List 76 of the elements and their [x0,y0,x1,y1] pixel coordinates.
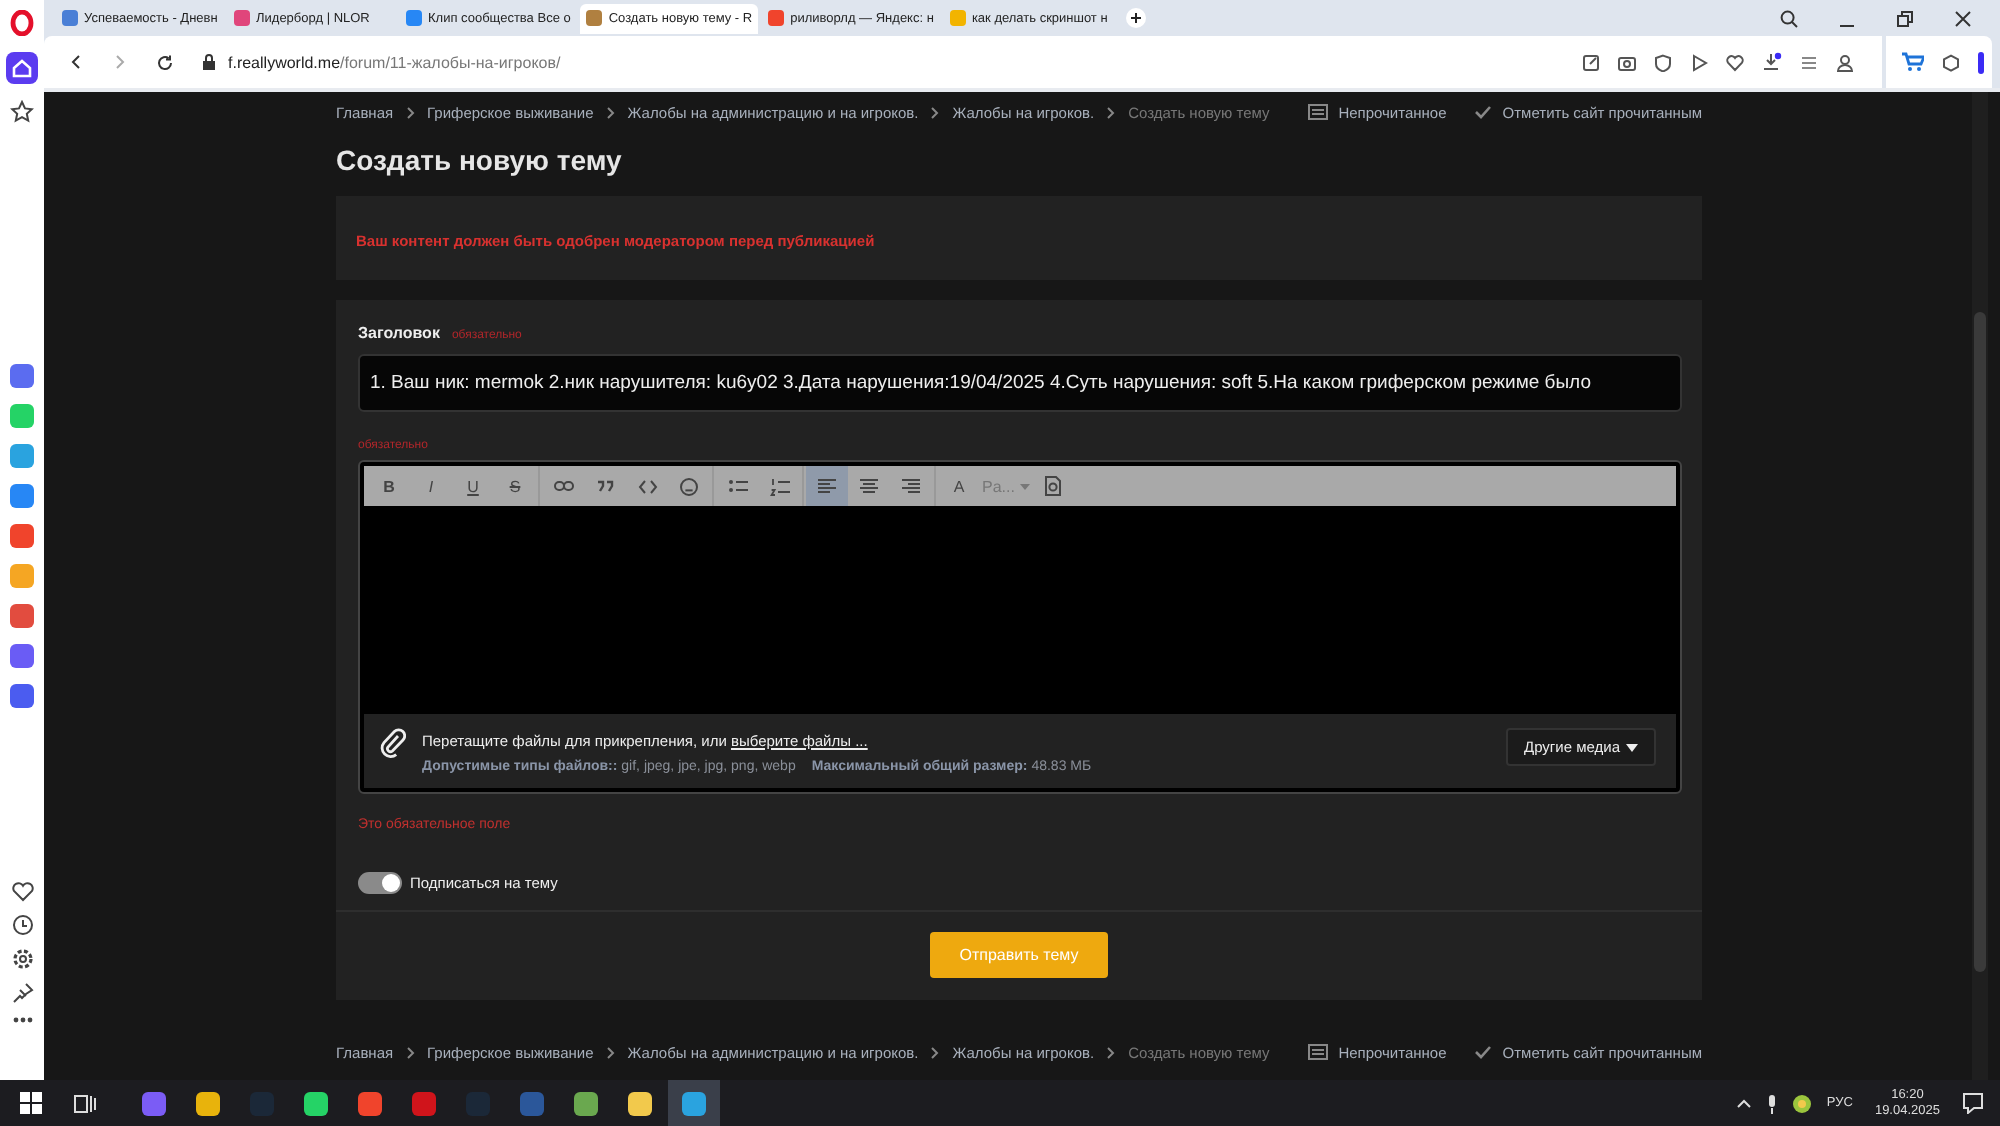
chevron-icon [405,1045,416,1059]
chevron-up-icon[interactable] [1736,1098,1753,1108]
app-icon[interactable] [10,444,34,468]
heart-icon[interactable] [11,882,33,902]
app-icon[interactable] [10,524,34,548]
chevron-icon [605,1045,616,1059]
align-left-icon [818,478,836,494]
settings-icon[interactable] [11,948,33,970]
search-icon[interactable] [1780,9,1798,27]
field-label: Заголовок [358,324,440,342]
newspaper-icon [1308,104,1329,120]
bold-button[interactable]: B [368,466,410,506]
chevron-icon [930,1045,941,1059]
app-icon[interactable] [10,684,34,708]
app-icon[interactable] [10,644,34,668]
title-field[interactable]: 1. Ваш ник: mermok 2.ник нарушителя: ku6y02 3.Дата нарушения:19/04/2025 4.Суть нарушения: soft 5.На каком гриферском режиме было [358,354,1682,412]
cart-icon[interactable] [1902,52,1924,72]
lock-icon [202,54,216,70]
cube-icon[interactable] [1942,53,1960,71]
bullet-list-icon [727,478,747,494]
reload-icon[interactable] [156,53,174,71]
page-title: Создать новую тему [336,144,624,176]
more-icon[interactable] [11,1016,33,1024]
user-icon[interactable] [1836,53,1854,71]
chevron-icon [605,105,616,119]
address-field[interactable]: f.reallyworld.me/forum/11-жалобы-на-игроков/ [228,53,561,71]
numbered-list-icon [769,477,789,495]
share-icon[interactable] [1582,53,1600,71]
quote-icon [596,480,614,492]
restore-icon[interactable] [1896,9,1914,27]
chevron-icon [405,105,416,119]
new-tab-icon[interactable] [1125,8,1146,28]
status-icon[interactable] [1792,1093,1813,1113]
paperclip-icon [380,728,406,758]
camera-icon[interactable] [1618,53,1636,71]
heart-icon[interactable] [1726,53,1744,71]
font-size-button[interactable]: A [938,466,980,506]
star-icon[interactable] [10,100,34,124]
start-icon[interactable] [20,1092,42,1114]
align-center-icon [860,478,878,494]
notifications-icon[interactable] [1962,1092,1984,1114]
align-right-icon [902,478,920,494]
check-icon [1474,104,1493,120]
italic-button[interactable]: I [410,466,452,506]
home-icon[interactable] [6,52,38,84]
smiley-icon [680,477,698,495]
sidebar-toggle[interactable] [1978,51,1984,73]
chevron-icon [1106,105,1117,119]
underline-button[interactable]: U [452,466,494,506]
microphone-icon[interactable] [1766,1093,1779,1113]
close-icon[interactable] [1954,9,1972,27]
code-icon [637,479,657,493]
scrollbar-thumb[interactable] [1974,312,1986,972]
chevron-icon [1106,1045,1117,1059]
preview-icon [1044,476,1063,496]
back-icon[interactable] [68,54,84,70]
check-icon [1474,1044,1493,1060]
play-icon[interactable] [1690,53,1708,71]
download-icon[interactable] [1762,52,1782,72]
strike-button[interactable]: S [494,466,536,506]
app-icon[interactable] [10,364,34,388]
app-icon[interactable] [10,604,34,628]
pin-icon[interactable] [11,982,33,1004]
caret-icon [1626,743,1638,751]
list-icon[interactable] [1800,53,1818,71]
chevron-icon [930,105,941,119]
task-view-icon[interactable] [74,1093,96,1113]
subscribe-toggle[interactable] [358,872,402,894]
clock-icon[interactable] [11,914,33,936]
link-icon [553,480,573,492]
shield-icon[interactable] [1654,53,1672,71]
align-left-button[interactable] [806,466,848,506]
caret-icon [1020,483,1031,489]
app-icon[interactable] [10,484,34,508]
browser-logo-icon[interactable] [10,10,34,36]
newspaper-icon [1308,1044,1329,1060]
